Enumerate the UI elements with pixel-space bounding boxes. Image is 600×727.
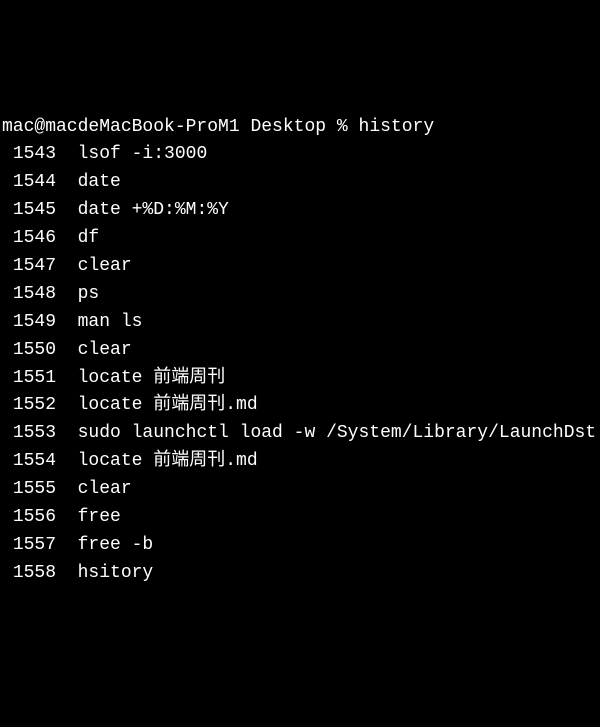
history-number: 1556: [2, 504, 78, 532]
history-number: 1549: [2, 309, 78, 337]
history-line: 1554 locate 前端周刊.md: [2, 448, 600, 476]
history-command: hsitory: [78, 563, 154, 583]
history-command: locate 前端周刊.md: [78, 451, 258, 471]
history-line: 1547 clear: [2, 253, 600, 281]
history-number: 1557: [2, 532, 78, 560]
history-line: 1550 clear: [2, 337, 600, 365]
history-number: 1551: [2, 365, 78, 393]
history-number: 1558: [2, 560, 78, 588]
history-line: 1551 locate 前端周刊: [2, 365, 600, 393]
history-line: 1552 locate 前端周刊.md: [2, 392, 600, 420]
history-command: ps: [78, 284, 100, 304]
history-number: 1545: [2, 197, 78, 225]
history-command: date: [78, 172, 121, 192]
history-command: df: [78, 228, 100, 248]
history-line: 1557 free -b: [2, 532, 600, 560]
history-number: 1543: [2, 141, 78, 169]
prompt-user-host: mac@macdeMacBook-ProM1: [2, 117, 240, 137]
history-command: clear: [78, 479, 132, 499]
history-number: 1552: [2, 392, 78, 420]
history-number: 1547: [2, 253, 78, 281]
terminal-output[interactable]: mac@macdeMacBook-ProM1 Desktop % history…: [2, 114, 600, 588]
history-number: 1546: [2, 225, 78, 253]
history-command: sudo launchctl load -w /System/Library/L…: [78, 423, 596, 443]
history-line: 1548 ps: [2, 281, 600, 309]
prompt-line: mac@macdeMacBook-ProM1 Desktop % history: [2, 114, 600, 142]
history-command: lsof -i:3000: [78, 144, 208, 164]
history-command: free -b: [78, 535, 154, 555]
history-number: 1553: [2, 420, 78, 448]
history-number: 1550: [2, 337, 78, 365]
prompt-command: history: [359, 117, 435, 137]
history-number: 1544: [2, 169, 78, 197]
history-line: 1543 lsof -i:3000: [2, 141, 600, 169]
history-command: free: [78, 507, 121, 527]
history-line: 1544 date: [2, 169, 600, 197]
history-line: 1558 hsitory: [2, 560, 600, 588]
history-command: locate 前端周刊.md: [78, 395, 258, 415]
prompt-symbol: %: [337, 117, 348, 137]
history-number: 1548: [2, 281, 78, 309]
history-line: 1545 date +%D:%M:%Y: [2, 197, 600, 225]
prompt-cwd: Desktop: [250, 117, 326, 137]
history-command: man ls: [78, 312, 143, 332]
history-number: 1554: [2, 448, 78, 476]
history-command: date +%D:%M:%Y: [78, 200, 229, 220]
history-command: clear: [78, 256, 132, 276]
history-line: 1546 df: [2, 225, 600, 253]
history-line: 1549 man ls: [2, 309, 600, 337]
history-command: locate 前端周刊: [78, 368, 226, 388]
history-line: 1556 free: [2, 504, 600, 532]
history-line: 1553 sudo launchctl load -w /System/Libr…: [2, 420, 600, 448]
history-command: clear: [78, 340, 132, 360]
